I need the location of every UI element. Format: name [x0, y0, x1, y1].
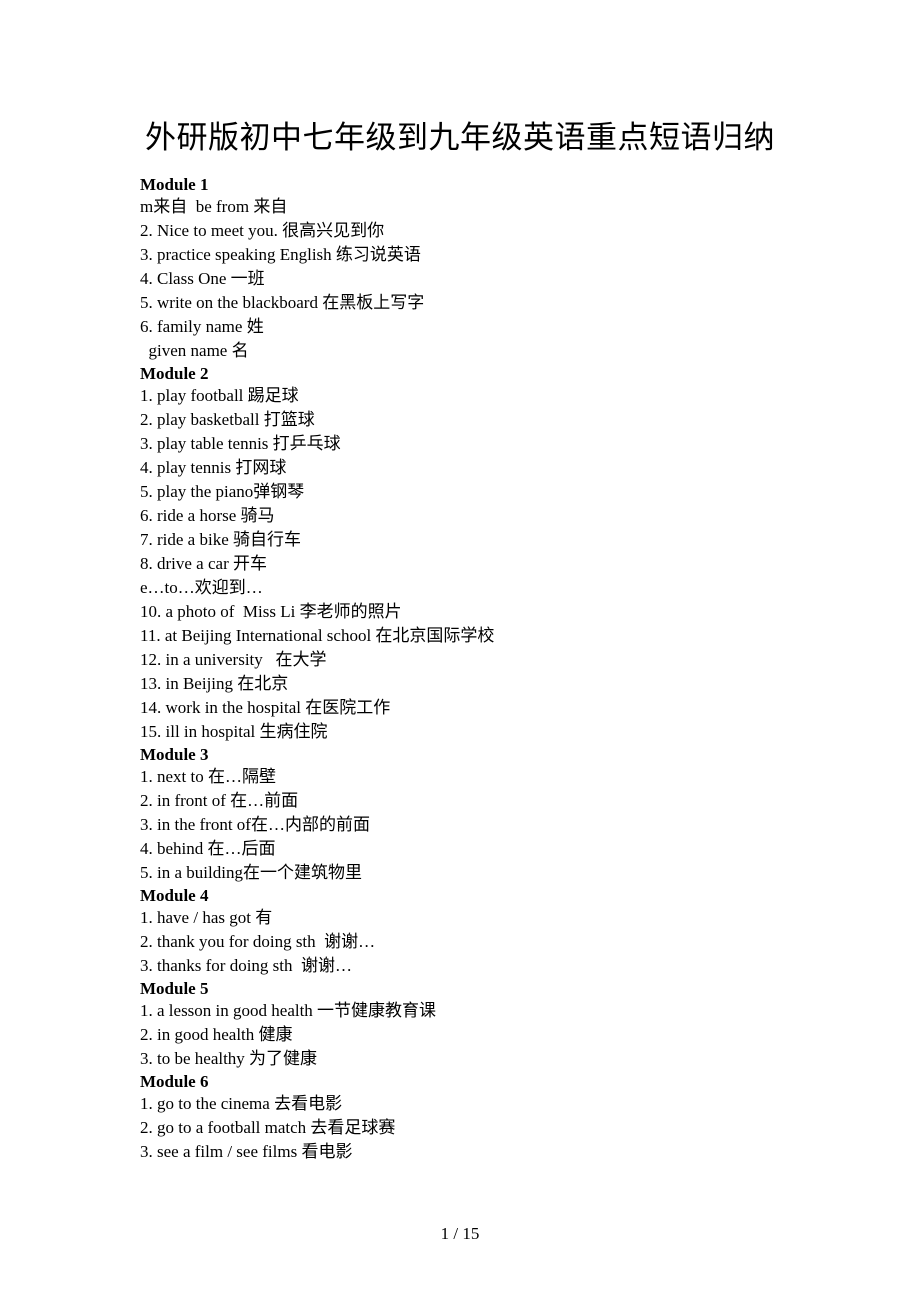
- module-heading: Module 4: [140, 886, 209, 905]
- phrase-line: 1. a lesson in good health 一节健康教育课: [140, 1001, 437, 1020]
- phrase-line: 5. write on the blackboard 在黑板上写字: [140, 293, 425, 312]
- module-section: Module 4 1. have / has got 有 2. thank yo…: [140, 885, 800, 978]
- module-section: Module 6 1. go to the cinema 去看电影 2. go …: [140, 1071, 800, 1164]
- document-title: 外研版初中七年级到九年级英语重点短语归纳: [145, 120, 775, 156]
- phrase-line: 3. in the front of在…内部的前面: [140, 815, 370, 834]
- phrase-line: 14. work in the hospital 在医院工作: [140, 698, 391, 717]
- module-heading: Module 1: [140, 175, 209, 194]
- phrase-line: 5. play the piano弹钢琴: [140, 482, 305, 501]
- module-heading: Module 5: [140, 979, 209, 998]
- phrase-line: given name 名: [140, 341, 249, 360]
- phrase-line: 13. in Beijing 在北京: [140, 674, 289, 693]
- module-heading: Module 3: [140, 745, 209, 764]
- module-section: Module 2 1. play football 踢足球 2. play ba…: [140, 363, 800, 744]
- phrase-list: Module 1 m来自 be from 来自 2. Nice to meet …: [140, 174, 800, 1164]
- phrase-line: 8. drive a car 开车: [140, 554, 267, 573]
- module-section: Module 5 1. a lesson in good health 一节健康…: [140, 978, 800, 1071]
- phrase-line: 6. ride a horse 骑马: [140, 506, 275, 525]
- phrase-line: 5. in a building在一个建筑物里: [140, 863, 362, 882]
- phrase-line: 2. in good health 健康: [140, 1025, 293, 1044]
- phrase-line: 3. to be healthy 为了健康: [140, 1049, 318, 1068]
- phrase-line: 10. a photo of Miss Li 李老师的照片: [140, 602, 402, 621]
- phrase-line: 2. play basketball 打篮球: [140, 410, 315, 429]
- phrase-line: 4. play tennis 打网球: [140, 458, 287, 477]
- phrase-line: 6. family name 姓: [140, 317, 264, 336]
- phrase-line: 7. ride a bike 骑自行车: [140, 530, 301, 549]
- phrase-line: 1. play football 踢足球: [140, 386, 299, 405]
- phrase-line: 12. in a university 在大学: [140, 650, 327, 669]
- phrase-line: e…to…欢迎到…: [140, 578, 263, 597]
- module-heading: Module 6: [140, 1072, 209, 1091]
- phrase-line: 2. Nice to meet you. 很高兴见到你: [140, 221, 385, 240]
- page-indicator: 1 / 15: [440, 1224, 480, 1243]
- phrase-line: 4. Class One 一班: [140, 269, 265, 288]
- phrase-line: 1. next to 在…隔壁: [140, 767, 276, 786]
- phrase-line: 15. ill in hospital 生病住院: [140, 722, 328, 741]
- phrase-line: 2. in front of 在…前面: [140, 791, 299, 810]
- phrase-line: 2. thank you for doing sth 谢谢…: [140, 932, 376, 951]
- phrase-line: 1. go to the cinema 去看电影: [140, 1094, 343, 1113]
- phrase-line: 3. play table tennis 打乒乓球: [140, 434, 341, 453]
- phrase-line: 11. at Beijing International school 在北京国…: [140, 626, 495, 645]
- phrase-line: 4. behind 在…后面: [140, 839, 276, 858]
- phrase-line: 3. practice speaking English 练习说英语: [140, 245, 421, 264]
- phrase-line: 2. go to a football match 去看足球赛: [140, 1118, 396, 1137]
- phrase-line: 3. thanks for doing sth 谢谢…: [140, 956, 353, 975]
- module-section: Module 3 1. next to 在…隔壁 2. in front of …: [140, 744, 800, 885]
- phrase-line: 3. see a film / see films 看电影: [140, 1142, 353, 1161]
- phrase-line: 1. have / has got 有: [140, 908, 273, 927]
- phrase-line: m来自 be from 来自: [140, 197, 288, 216]
- module-heading: Module 2: [140, 364, 209, 383]
- module-section: Module 1 m来自 be from 来自 2. Nice to meet …: [140, 174, 800, 363]
